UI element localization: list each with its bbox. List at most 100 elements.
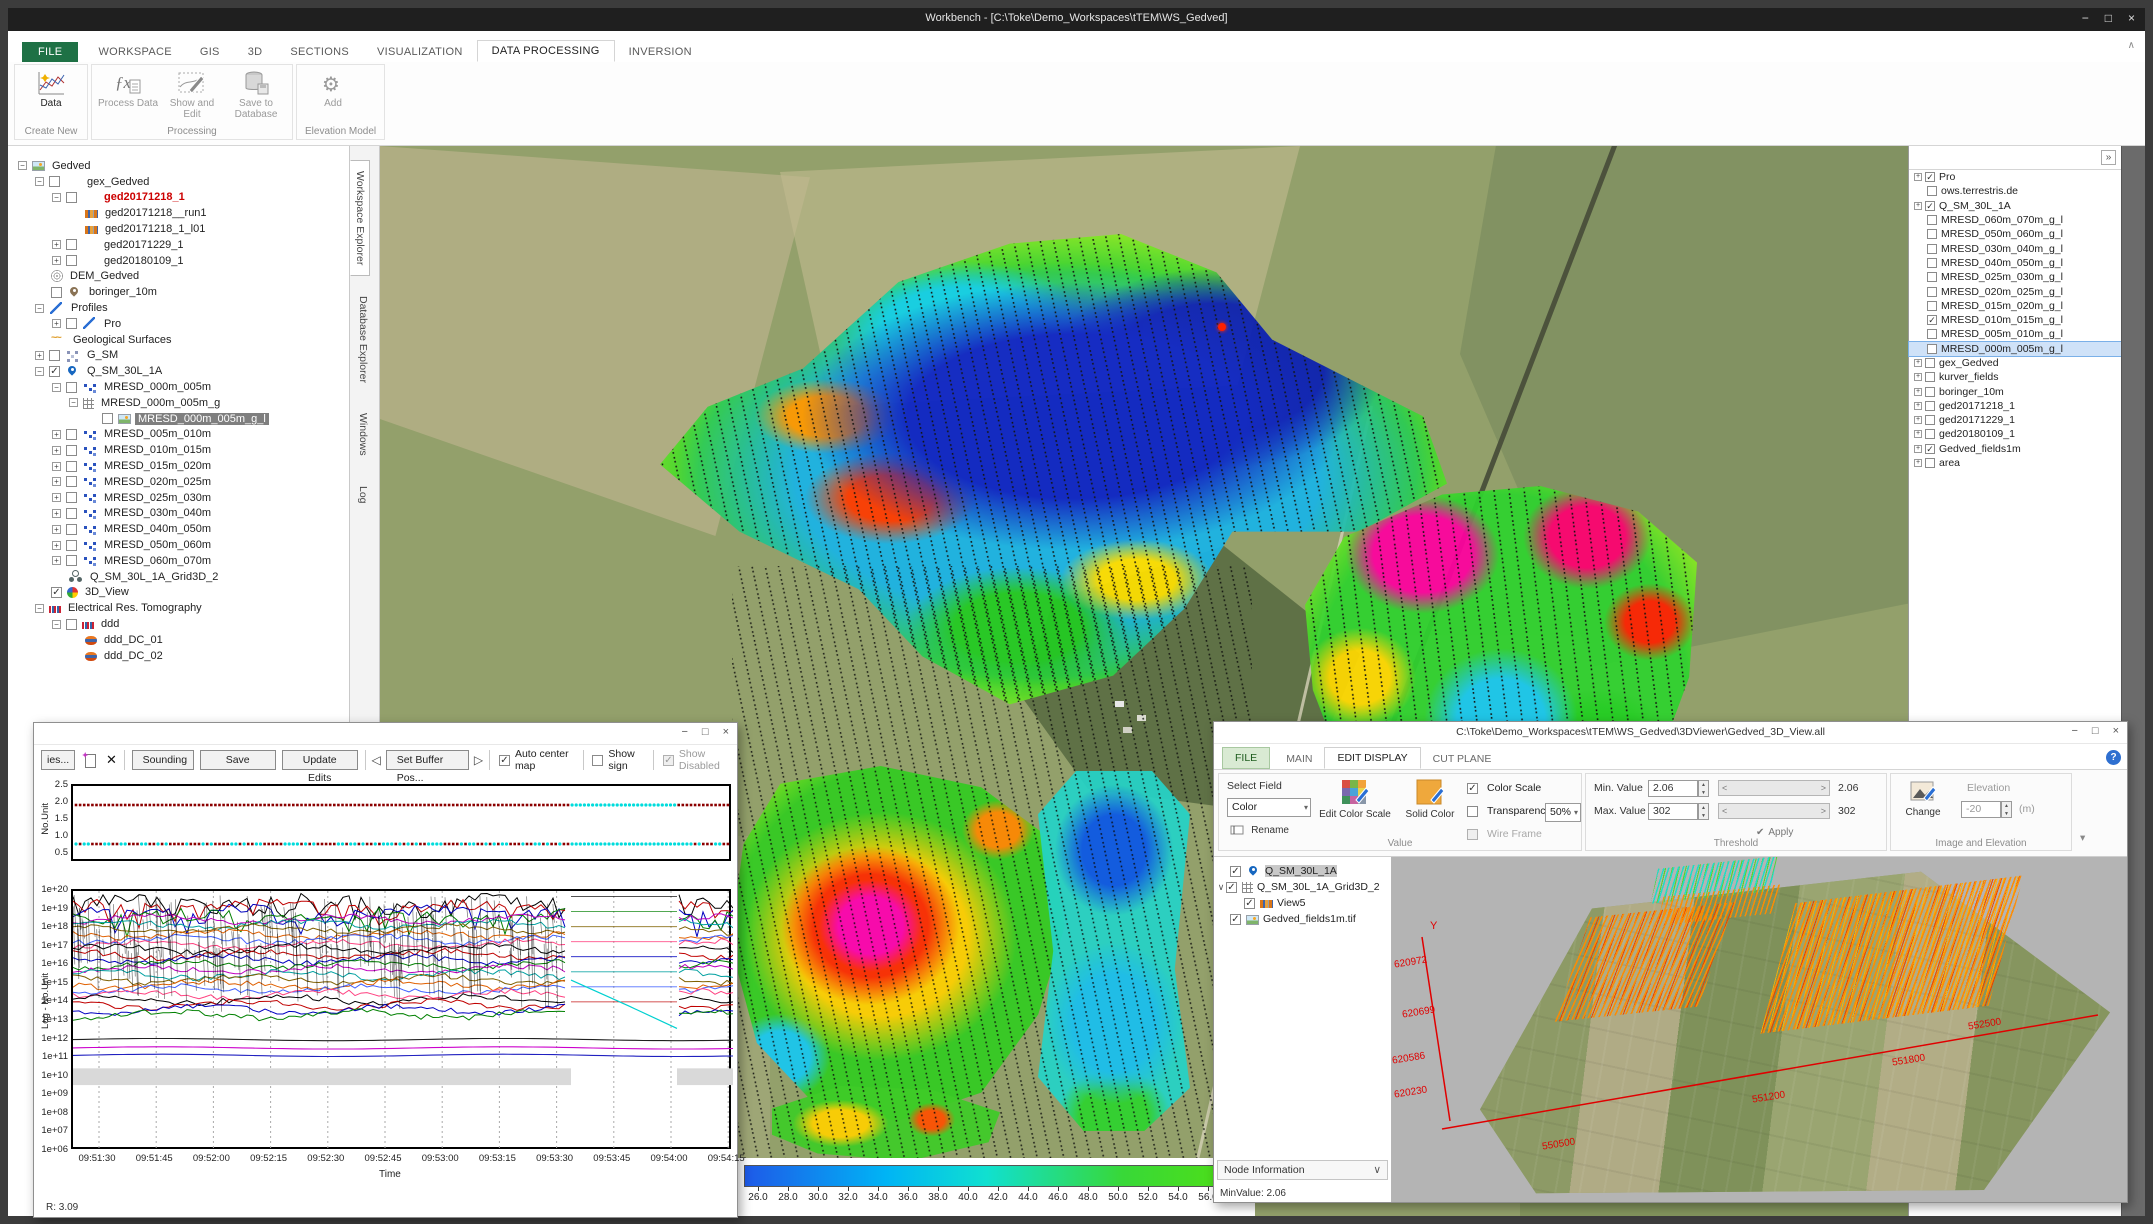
layer-expander-icon[interactable]: + [1914,202,1922,210]
tree-item[interactable]: +MRESD_010m_015m [8,442,349,458]
layer-item[interactable]: +ged20171229_1 [1909,413,2121,427]
help-icon[interactable]: ? [2106,750,2121,765]
tree-item[interactable]: −MRESD_000m_005m [8,379,349,395]
checkbox[interactable] [66,445,77,456]
checkbox[interactable] [66,508,77,519]
viewer3d-titlebar[interactable]: C:\Toke\Demo_Workspaces\tTEM\WS_Gedved\3… [1214,722,2127,744]
layer-item[interactable]: ✓MRESD_010m_015m_g_l [1909,313,2121,327]
tree-expander-icon[interactable]: + [52,525,61,534]
titlebar[interactable]: Workbench - [C:\Toke\Demo_Workspaces\tTE… [8,8,2145,31]
checkbox[interactable] [1927,287,1937,297]
tree-expander-icon[interactable]: + [52,240,61,249]
restore-icon[interactable]: □ [2105,11,2112,25]
tab-inversion[interactable]: INVERSION [615,42,706,62]
tree-expander-icon[interactable]: + [52,446,61,455]
minimize-icon[interactable]: − [2082,11,2089,25]
tab-sections[interactable]: SECTIONS [276,42,363,62]
tree-item[interactable]: ddd_DC_02 [8,648,349,664]
tree-item[interactable]: +MRESD_040m_050m [8,521,349,537]
tab-workspace[interactable]: WORKSPACE [84,42,185,62]
ribbon-more-icon[interactable]: ▾ [2080,832,2085,844]
checkbox[interactable] [49,350,60,361]
checkbox[interactable] [1927,186,1937,196]
tree-expander-icon[interactable]: − [69,398,78,407]
tab-edit-display[interactable]: EDIT DISPLAY [1324,747,1420,769]
checkbox[interactable] [1925,415,1935,425]
side-tab-workspace-explorer[interactable]: Workspace Explorer [350,160,370,276]
checkbox[interactable] [1925,358,1935,368]
checkbox[interactable] [1925,372,1935,382]
tree-expander-icon[interactable]: + [52,556,61,565]
checkbox[interactable] [1927,344,1937,354]
tree-expander-icon[interactable]: + [52,430,61,439]
checkbox[interactable]: ✓ [1226,882,1237,893]
layer-item[interactable]: +ged20180109_1 [1909,427,2121,441]
tree-expander-icon[interactable]: + [52,256,61,265]
tab-data-processing[interactable]: DATA PROCESSING [477,40,615,62]
layer-item[interactable]: +gex_Gedved [1909,356,2121,370]
viewer-tree-item[interactable]: ✓Q_SM_30L_1A [1214,863,1391,879]
sounding-button[interactable]: Sounding [132,750,194,770]
elevation-spinner[interactable]: ▲▼ [2001,801,2012,818]
data-processing-window[interactable]: − □ × ies...SoundingSaveUpdate Edits◁Set… [33,722,738,1218]
checkbox[interactable] [49,176,60,187]
checkbox[interactable] [66,239,77,250]
tab-cut-plane[interactable]: CUT PLANE [1421,749,1504,769]
checkbox[interactable] [1925,387,1935,397]
tree-item[interactable]: −ged20171218_1 [8,190,349,206]
change-image-button[interactable]: Change [1897,778,1949,818]
checkbox[interactable] [1927,244,1937,254]
cut-button[interactable]: ies... [41,750,75,770]
checkbox[interactable]: ✓ [51,587,62,598]
side-tab-database-explorer[interactable]: Database Explorer [354,286,372,393]
layer-item[interactable]: MRESD_020m_025m_g_l [1909,284,2121,298]
minimize-icon[interactable]: − [681,726,687,738]
tree-expander-icon[interactable]: − [35,367,44,376]
tree-item[interactable]: boringer_10m [8,284,349,300]
tree-item[interactable]: +MRESD_025m_030m [8,490,349,506]
tree-item[interactable]: −✓Q_SM_30L_1A [8,363,349,379]
tree-expander-icon[interactable]: + [52,462,61,471]
previous-arrow-icon[interactable]: ◁ [371,753,380,767]
tree-expander-icon[interactable]: + [52,541,61,550]
min-value-field[interactable]: 2.06 [1648,780,1698,797]
tree-expander-icon[interactable]: − [35,177,44,186]
checkbox[interactable] [66,461,77,472]
layer-item[interactable]: MRESD_030m_040m_g_l [1909,241,2121,255]
checkbox[interactable] [102,413,113,424]
close-icon[interactable]: × [723,726,729,738]
node-information-bar[interactable]: Node Information ∨ [1217,1160,1388,1180]
min-spinner[interactable]: ▲▼ [1698,780,1709,797]
layer-item[interactable]: MRESD_050m_060m_g_l [1909,227,2121,241]
layer-expander-icon[interactable]: + [1914,388,1922,396]
tree-item[interactable]: +MRESD_030m_040m [8,506,349,522]
layer-item[interactable]: +boringer_10m [1909,384,2121,398]
data-button[interactable]: Data [19,67,83,125]
tree-expander-icon[interactable]: + [52,477,61,486]
show-and-edit-button[interactable]: Show and Edit [160,67,224,125]
tree-item[interactable]: MRESD_000m_005m_g_l [8,411,349,427]
checkbox[interactable] [66,492,77,503]
layer-expander-icon[interactable]: + [1914,430,1922,438]
collapse-panel-icon[interactable]: » [2101,150,2116,165]
checkbox[interactable] [66,318,77,329]
tree-item[interactable]: +ged20180109_1 [8,253,349,269]
min-slider[interactable]: <> [1718,780,1830,796]
checkbox[interactable] [66,476,77,487]
ribbon-collapse-icon[interactable]: ∧ [2128,40,2135,51]
checkbox[interactable] [1925,429,1935,439]
transparency-combo[interactable]: 50%▾ [1545,803,1581,822]
tree-item[interactable]: +MRESD_060m_070m [8,553,349,569]
tree-item[interactable]: ged20171218_1_l01 [8,221,349,237]
side-tab-log[interactable]: Log [354,476,372,514]
checkbox[interactable] [1927,215,1937,225]
tree-expander-icon[interactable]: + [52,509,61,518]
max-spinner[interactable]: ▲▼ [1698,803,1709,820]
tree-item[interactable]: −Electrical Res. Tomography [8,600,349,616]
checkbox[interactable] [1927,258,1937,268]
apply-button[interactable]: ✔ Apply [1756,827,1826,838]
tree-expander-icon[interactable]: − [18,161,27,170]
viewer3d-window[interactable]: C:\Toke\Demo_Workspaces\tTEM\WS_Gedved\3… [1213,721,2128,1203]
checkbox[interactable]: ✓ [1927,315,1937,325]
transparency-checkbox[interactable]: Transparency [1467,805,1551,817]
